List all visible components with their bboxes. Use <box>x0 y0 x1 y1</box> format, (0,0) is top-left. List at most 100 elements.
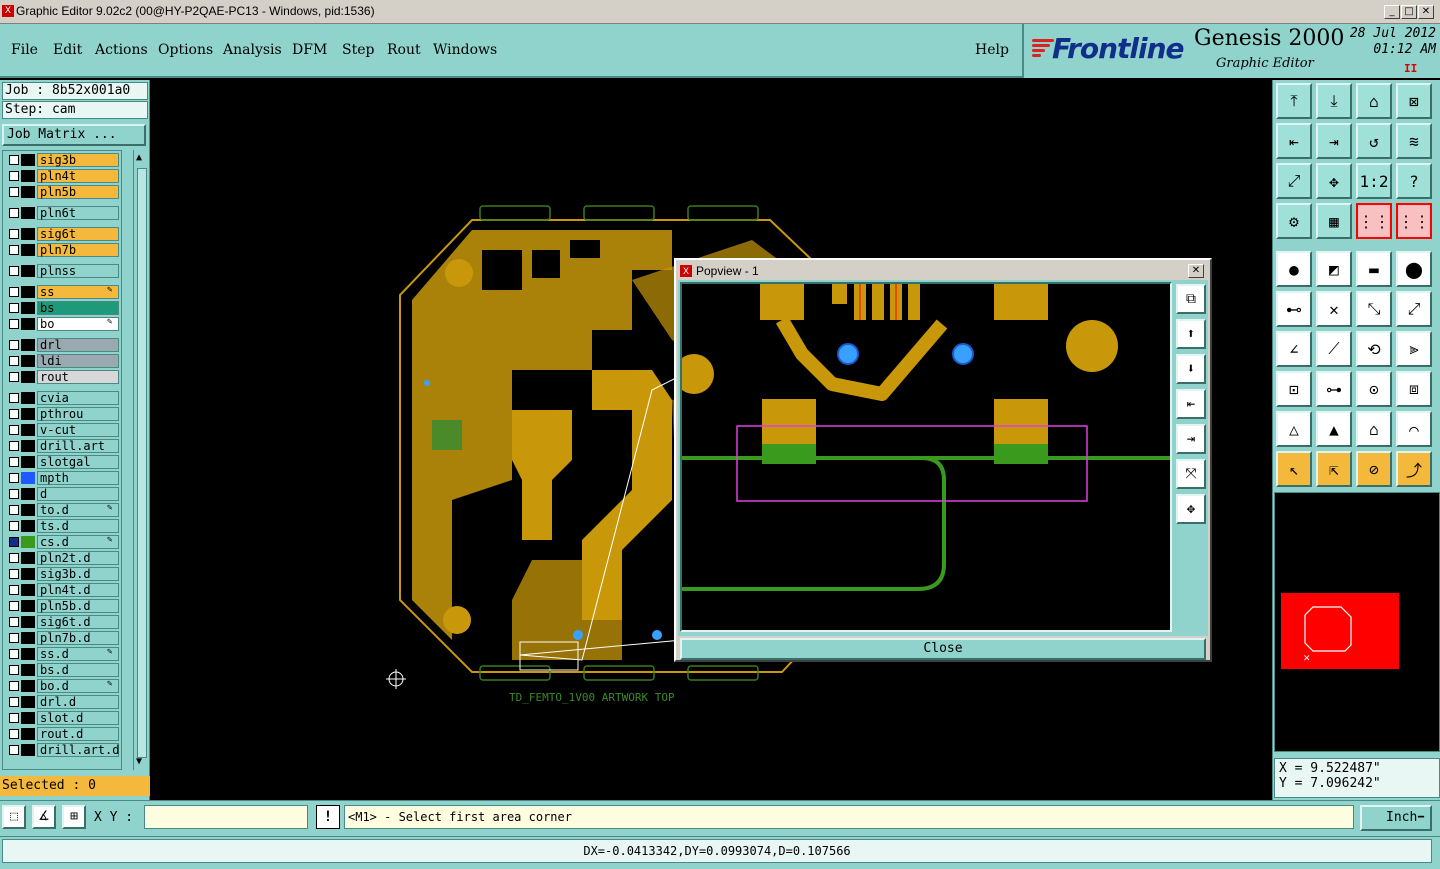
layer-color-swatch[interactable] <box>21 302 35 314</box>
layer-checkbox[interactable] <box>9 537 19 547</box>
layer-color-swatch[interactable] <box>21 456 35 468</box>
route-icon[interactable]: ⤴ <box>1396 451 1432 487</box>
layer-checkbox[interactable] <box>9 633 19 643</box>
layer-checkbox[interactable] <box>9 340 19 350</box>
layer-checkbox[interactable] <box>9 649 19 659</box>
snap-red-icon[interactable]: ⋮⋮ <box>1356 203 1392 239</box>
layer-checkbox[interactable] <box>9 441 19 451</box>
layer-row[interactable]: slot.d <box>3 711 121 725</box>
draw-line-icon[interactable]: ⟋ <box>1316 331 1352 367</box>
layer-name[interactable]: cvia <box>37 391 119 405</box>
layer-color-swatch[interactable] <box>21 286 35 298</box>
layer-color-swatch[interactable] <box>21 712 35 724</box>
layer-color-swatch[interactable] <box>21 600 35 612</box>
layer-row[interactable]: pln6t <box>3 206 121 220</box>
layer-checkbox[interactable] <box>9 171 19 181</box>
layer-name[interactable]: drill.art <box>37 439 119 453</box>
select-icon[interactable]: ⇱ <box>1316 451 1352 487</box>
layer-row[interactable]: cs.d ✎ <box>3 535 121 549</box>
layer-row[interactable]: ss.d ✎ <box>3 647 121 661</box>
popview-titlebar[interactable]: X Popview - 1 ✕ <box>678 262 1208 280</box>
layer-color-swatch[interactable] <box>21 536 35 548</box>
layer-color-swatch[interactable] <box>21 488 35 500</box>
layer-name[interactable]: plnss <box>37 264 119 278</box>
layer-checkbox[interactable] <box>9 356 19 366</box>
layer-color-swatch[interactable] <box>21 244 35 256</box>
layer-name[interactable]: mpth <box>37 471 119 485</box>
line-icon[interactable]: ⤡ <box>1356 291 1392 327</box>
layer-name[interactable]: ldi <box>37 354 119 368</box>
layer-checkbox[interactable] <box>9 457 19 467</box>
layer-row[interactable]: rout.d <box>3 727 121 741</box>
pad-icon[interactable]: ● <box>1276 251 1312 287</box>
layer-color-swatch[interactable] <box>21 520 35 532</box>
layer-name[interactable]: pln5b.d <box>37 599 119 613</box>
overview-map[interactable]: ✕ <box>1274 492 1440 752</box>
layer-checkbox[interactable] <box>9 489 19 499</box>
menu-rout[interactable]: Rout <box>387 42 421 58</box>
layer-color-swatch[interactable] <box>21 355 35 367</box>
layer-checkbox[interactable] <box>9 393 19 403</box>
layer-checkbox[interactable] <box>9 505 19 515</box>
layer-checkbox[interactable] <box>9 372 19 382</box>
layer-row[interactable]: rout <box>3 370 121 384</box>
layer-row[interactable]: sig3b <box>3 153 121 167</box>
layer-name[interactable]: drl <box>37 338 119 352</box>
layer-color-swatch[interactable] <box>21 744 35 756</box>
popview-close-button[interactable]: ✕ <box>1188 264 1204 278</box>
layer-row[interactable]: mpth <box>3 471 121 485</box>
layer-color-swatch[interactable] <box>21 728 35 740</box>
layer-row[interactable]: bo.d ✎ <box>3 679 121 693</box>
layer-color-swatch[interactable] <box>21 170 35 182</box>
layer-name[interactable]: bs.d <box>37 663 119 677</box>
zoom-ratio-icon[interactable]: 1:2 <box>1356 163 1392 199</box>
minimize-button[interactable]: _ <box>1384 5 1400 19</box>
prev-step-icon[interactable]: ⇤ <box>1276 123 1312 159</box>
home-view-icon[interactable]: ⌂ <box>1356 83 1392 119</box>
layer-checkbox[interactable] <box>9 266 19 276</box>
measure-icon[interactable]: ⊶ <box>1316 371 1352 407</box>
layer-row[interactable]: bo ✎ <box>3 317 121 331</box>
layer-name[interactable]: pln4t.d <box>37 583 119 597</box>
layer-checkbox[interactable] <box>9 155 19 165</box>
layer-color-swatch[interactable] <box>21 696 35 708</box>
layer-color-swatch[interactable] <box>21 154 35 166</box>
ruler-icon[interactable]: ▬ <box>1356 251 1392 287</box>
help-icon[interactable]: ? <box>1396 163 1432 199</box>
popview-close-action-button[interactable]: Close <box>680 638 1206 660</box>
grid-icon[interactable]: ▦ <box>1316 203 1352 239</box>
layer-name[interactable]: pln6t <box>37 206 119 220</box>
layer-color-swatch[interactable] <box>21 472 35 484</box>
pointer-icon[interactable]: ↖ <box>1276 451 1312 487</box>
arc-icon[interactable]: ⤢ <box>1396 291 1432 327</box>
arc-draw-icon[interactable]: ⟲ <box>1356 331 1392 367</box>
layer-row[interactable]: pln4t.d <box>3 583 121 597</box>
layer-checkbox[interactable] <box>9 303 19 313</box>
settings-icon[interactable]: ⚙ <box>1276 203 1312 239</box>
layer-checkbox[interactable] <box>9 569 19 579</box>
popview-zoom-fit-icon[interactable]: ⧉ <box>1176 284 1206 314</box>
popview-window[interactable]: X Popview - 1 ✕ ⧉ ⬆ ⬇ ⇤ ⇥ ⤧ ✥ Close <box>674 258 1212 662</box>
menu-actions[interactable]: Actions <box>95 42 148 58</box>
layer-checkbox[interactable] <box>9 713 19 723</box>
layer-row[interactable]: pthrou <box>3 407 121 421</box>
layer-row[interactable]: bs <box>3 301 121 315</box>
layer-color-swatch[interactable] <box>21 568 35 580</box>
layer-name[interactable]: pln7b.d <box>37 631 119 645</box>
layer-checkbox[interactable] <box>9 319 19 329</box>
layer-row[interactable]: sig6t <box>3 227 121 241</box>
layer-name[interactable]: pln5b <box>37 185 119 199</box>
layer-color-swatch[interactable] <box>21 664 35 676</box>
layer-checkbox[interactable] <box>9 729 19 739</box>
menu-edit[interactable]: Edit <box>53 42 82 58</box>
layer-row[interactable]: pln2t.d <box>3 551 121 565</box>
layer-row[interactable]: pln5b <box>3 185 121 199</box>
scroll-thumb[interactable] <box>137 168 147 758</box>
circle-icon[interactable]: ⬤ <box>1396 251 1432 287</box>
layer-row[interactable]: ss ✎ <box>3 285 121 299</box>
layer-row[interactable]: bs.d <box>3 663 121 677</box>
layer-color-swatch[interactable] <box>21 552 35 564</box>
layer-color-swatch[interactable] <box>21 371 35 383</box>
layer-row[interactable]: ts.d <box>3 519 121 533</box>
triangle-filled-icon[interactable]: ▲ <box>1316 411 1352 447</box>
